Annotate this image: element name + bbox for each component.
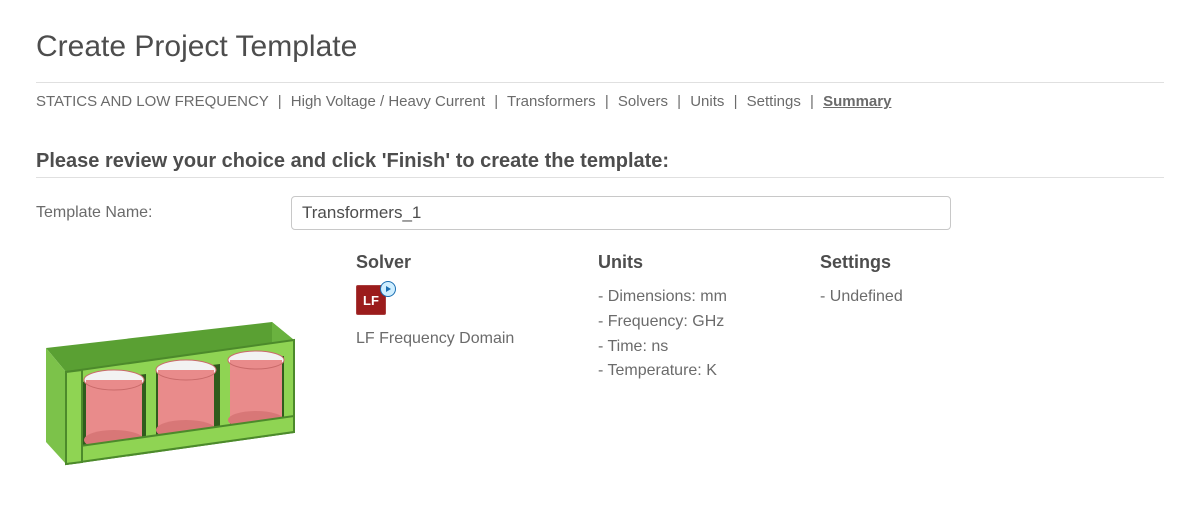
divider <box>36 177 1164 178</box>
units-column: Units - Dimensions: mm - Frequency: GHz … <box>598 252 818 488</box>
units-line: - Dimensions: mm <box>598 285 818 310</box>
page-title: Create Project Template <box>36 30 1164 64</box>
units-line: - Time: ns <box>598 335 818 360</box>
preview-image-column <box>36 252 356 488</box>
play-icon <box>380 281 396 297</box>
breadcrumb-item[interactable]: Solvers <box>618 93 668 110</box>
solver-name: LF Frequency Domain <box>356 327 596 352</box>
template-name-input[interactable] <box>291 196 951 230</box>
summary-columns: Solver LF LF Frequency Domain Units - Di… <box>356 252 1164 488</box>
settings-heading: Settings <box>820 252 1040 273</box>
breadcrumb-item[interactable]: STATICS AND LOW FREQUENCY <box>36 93 269 110</box>
breadcrumb-item[interactable]: Settings <box>747 93 801 110</box>
settings-line: - Undefined <box>820 285 1040 310</box>
breadcrumb-item[interactable]: Transformers <box>507 93 596 110</box>
solver-lf-icon: LF <box>356 285 392 321</box>
divider <box>36 82 1164 83</box>
breadcrumb-separator: | <box>734 93 738 110</box>
solver-heading: Solver <box>356 252 596 273</box>
solver-column: Solver LF LF Frequency Domain <box>356 252 596 488</box>
summary-heading: Please review your choice and click 'Fin… <box>36 150 1164 173</box>
breadcrumb-separator: | <box>810 93 814 110</box>
units-line: - Frequency: GHz <box>598 310 818 335</box>
breadcrumb-separator: | <box>605 93 609 110</box>
breadcrumb-item-current[interactable]: Summary <box>823 93 891 110</box>
breadcrumb-separator: | <box>677 93 681 110</box>
template-name-label: Template Name: <box>36 204 291 222</box>
units-line: - Temperature: K <box>598 359 818 384</box>
breadcrumb-item[interactable]: Units <box>690 93 724 110</box>
breadcrumb-separator: | <box>278 93 282 110</box>
units-heading: Units <box>598 252 818 273</box>
breadcrumb-item[interactable]: High Voltage / Heavy Current <box>291 93 485 110</box>
summary-content: Solver LF LF Frequency Domain Units - Di… <box>36 252 1164 488</box>
transformer-preview-icon <box>36 312 298 488</box>
breadcrumb: STATICS AND LOW FREQUENCY | High Voltage… <box>36 89 1164 116</box>
breadcrumb-separator: | <box>494 93 498 110</box>
template-name-row: Template Name: <box>36 196 1164 230</box>
settings-column: Settings - Undefined <box>820 252 1040 488</box>
